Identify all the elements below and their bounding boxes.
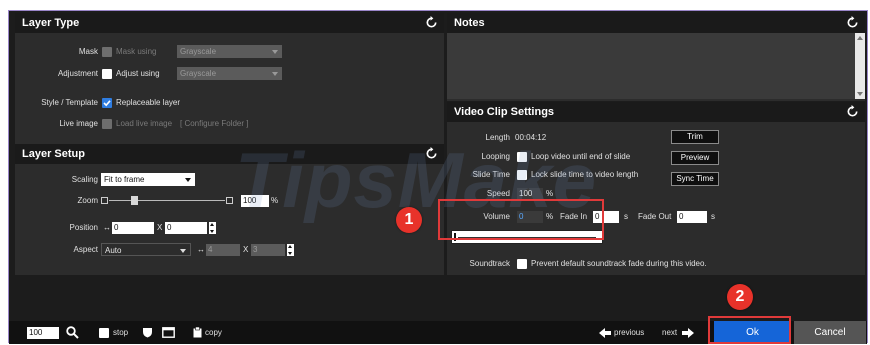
refresh-icon[interactable] xyxy=(846,16,859,29)
fade-out-unit: s xyxy=(711,212,715,221)
cancel-button[interactable]: Cancel xyxy=(794,321,866,344)
scroll-up-icon[interactable] xyxy=(857,36,863,40)
replaceable-checkbox[interactable] xyxy=(102,98,112,108)
slider-max-box xyxy=(226,197,233,204)
adjust-select[interactable]: Grayscale xyxy=(177,67,282,80)
scaling-label: Scaling xyxy=(71,175,98,184)
notes-title: Notes xyxy=(454,17,485,29)
volume-highlight-box xyxy=(438,199,604,240)
slider-track xyxy=(109,200,225,201)
aspect-x-sep: X xyxy=(243,245,249,254)
configure-folder-link[interactable]: [ Configure Folder ] xyxy=(180,118,248,130)
position-x-sep: X xyxy=(157,223,163,232)
trim-button[interactable]: Trim xyxy=(671,130,719,144)
mask-select[interactable]: Grayscale xyxy=(177,45,282,58)
chevron-down-icon xyxy=(272,50,278,54)
chevron-down-icon xyxy=(272,72,278,76)
aspect-select-value: Auto xyxy=(105,246,122,255)
mask-select-value: Grayscale xyxy=(180,47,217,56)
adjustment-label: Adjustment xyxy=(57,69,98,78)
preview-button[interactable]: Preview xyxy=(671,151,719,165)
window-icon[interactable] xyxy=(162,327,175,338)
chevron-down-icon xyxy=(185,178,191,182)
stepper-icon[interactable] xyxy=(287,244,294,256)
stop-checkbox[interactable] xyxy=(99,328,109,338)
soundtrack-check-label: Prevent default soundtrack fade during t… xyxy=(531,259,707,268)
fade-out-input[interactable]: 0 xyxy=(677,211,707,223)
slider-min-box xyxy=(101,197,108,204)
notes-scrollbar[interactable] xyxy=(855,33,865,99)
style-template-label: Style / Template xyxy=(41,98,98,107)
search-icon[interactable] xyxy=(66,326,79,339)
replaceable-layer-label: Replaceable layer xyxy=(116,98,181,107)
link-arrows-icon[interactable]: ↔ xyxy=(197,244,205,256)
live-image-label: Live image xyxy=(59,119,98,128)
mask-label: Mask xyxy=(78,47,98,56)
slider-thumb[interactable] xyxy=(131,196,138,205)
zoom-level-input[interactable]: 100 xyxy=(27,327,59,339)
previous-button[interactable]: previous xyxy=(614,327,644,339)
layer-type-header: Layer Type xyxy=(15,13,444,33)
load-live-image-label: Load live image xyxy=(116,119,173,128)
aspect-label: Aspect xyxy=(73,245,98,254)
chevron-down-icon xyxy=(180,249,186,253)
aspect-h-input[interactable]: 3 xyxy=(251,244,285,256)
aspect-select[interactable]: Auto xyxy=(101,243,191,256)
arrow-right-icon[interactable] xyxy=(682,328,694,338)
link-arrows-icon[interactable]: ↔ xyxy=(103,222,111,234)
position-y-input[interactable]: 0 xyxy=(165,222,207,234)
layer-type-title: Layer Type xyxy=(22,17,80,29)
mask-using-label: Mask using xyxy=(116,47,157,56)
fade-out-label: Fade Out xyxy=(638,212,672,221)
soundtrack-checkbox[interactable] xyxy=(517,259,527,269)
scaling-select-value: Fit to frame xyxy=(104,175,145,184)
scaling-select[interactable]: Fit to frame xyxy=(101,173,195,186)
video-clip-header: Video Clip Settings xyxy=(447,102,865,122)
stepper-icon[interactable] xyxy=(209,222,216,234)
mask-checkbox[interactable] xyxy=(102,47,112,57)
notes-panel: Notes xyxy=(447,13,865,101)
clipboard-icon[interactable] xyxy=(193,327,202,338)
next-button[interactable]: next xyxy=(662,327,677,339)
shield-icon[interactable] xyxy=(142,327,153,338)
live-image-checkbox[interactable] xyxy=(102,119,112,129)
ok-highlight-box xyxy=(708,316,791,344)
notes-textarea[interactable] xyxy=(447,33,855,99)
fade-in-unit: s xyxy=(624,212,628,221)
position-label: Position xyxy=(69,223,98,232)
zoom-slider[interactable] xyxy=(101,195,233,207)
sync-time-button[interactable]: Sync Time xyxy=(671,172,719,186)
annotation-marker-1: 1 xyxy=(396,207,422,233)
stop-label: stop xyxy=(113,328,129,337)
refresh-icon[interactable] xyxy=(846,105,859,118)
adjustment-checkbox[interactable] xyxy=(102,69,112,79)
aspect-w-input[interactable]: 4 xyxy=(206,244,240,256)
video-clip-title: Video Clip Settings xyxy=(454,106,555,118)
annotation-marker-2: 2 xyxy=(727,284,753,310)
checkmark-icon xyxy=(103,100,111,107)
adjust-select-value: Grayscale xyxy=(180,69,217,78)
zoom-label: Zoom xyxy=(77,196,98,205)
soundtrack-label: Soundtrack xyxy=(469,259,510,268)
position-x-input[interactable]: 0 xyxy=(112,222,154,234)
copy-label[interactable]: copy xyxy=(205,327,222,339)
layer-type-panel: Layer Type Mask Mask using Grayscale Adj… xyxy=(15,13,444,144)
layer-setup-title: Layer Setup xyxy=(22,148,85,160)
refresh-icon[interactable] xyxy=(425,16,438,29)
notes-header: Notes xyxy=(447,13,865,33)
cancel-label: Cancel xyxy=(814,327,846,338)
scroll-down-icon[interactable] xyxy=(857,92,863,96)
adjust-using-label: Adjust using xyxy=(116,69,160,78)
arrow-left-icon[interactable] xyxy=(599,328,611,338)
